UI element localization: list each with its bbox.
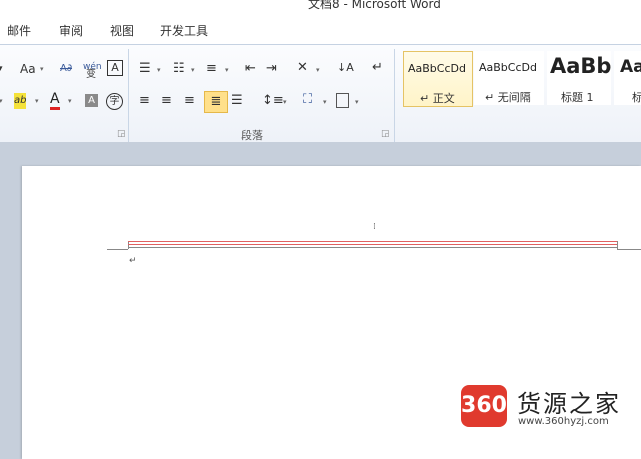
group-separator: [128, 49, 129, 143]
style-normal[interactable]: AaBbCcDd ↵ 正文: [403, 51, 473, 107]
sort-button[interactable]: ↓A: [337, 60, 354, 76]
borders-caret-icon[interactable]: ▾: [355, 98, 359, 106]
numbering-button[interactable]: ☷: [173, 61, 185, 77]
group-separator: [394, 49, 395, 143]
paragraph-dialog-launcher-icon[interactable]: ◲: [381, 129, 390, 139]
header-rule: [617, 249, 641, 250]
watermark-url: www.360hyzj.com: [518, 416, 609, 427]
change-case-caret-icon[interactable]: ▾: [40, 65, 44, 73]
header-rule: [128, 247, 617, 248]
change-case-button[interactable]: Aa: [20, 61, 36, 77]
watermark-name: 货源之家: [517, 390, 621, 418]
font-color-caret-icon[interactable]: ▾: [68, 97, 72, 105]
asian-layout-caret-icon[interactable]: ▾: [316, 66, 320, 74]
style-sample: AaBbCcDd: [408, 62, 466, 75]
style-name: 标: [632, 91, 641, 104]
ribbon: ▾ Aa ▾ A∂ wén 变 A ▾ ab ▾ A ▾ A 字 ◲ ☰ ▾ ☷…: [0, 44, 641, 143]
paragraph-group-label: 段落: [241, 129, 263, 142]
increase-indent-button[interactable]: ⇥: [266, 61, 277, 77]
style-sample: Aa: [620, 57, 641, 77]
distributed-button[interactable]: ☰: [231, 93, 243, 109]
shading-caret-icon[interactable]: ▾: [323, 98, 327, 106]
dropdown-caret-icon[interactable]: ▾: [0, 97, 3, 105]
bullets-caret-icon[interactable]: ▾: [157, 66, 161, 74]
borders-button[interactable]: [336, 93, 349, 108]
phonetic-icon: 变: [86, 69, 96, 80]
tab-review[interactable]: 审阅: [59, 22, 83, 39]
style-heading-1[interactable]: AaBb 标题 1: [547, 51, 611, 105]
decrease-indent-button[interactable]: ⇤: [245, 61, 256, 77]
enclose-char-button[interactable]: 字: [106, 93, 123, 110]
highlight-caret-icon[interactable]: ▾: [35, 97, 39, 105]
line-spacing-caret-icon[interactable]: ▾: [283, 98, 287, 106]
style-heading-2[interactable]: Aa 标: [614, 51, 641, 105]
justify-button[interactable]: ≣: [204, 91, 228, 113]
text-cursor-icon: ⁞: [373, 222, 376, 232]
ribbon-tabs: 邮件 审阅 视图 开发工具: [0, 16, 641, 42]
header-rule: [617, 241, 618, 249]
font-color-button[interactable]: A: [50, 91, 60, 110]
style-name: ↵ 正文: [420, 92, 455, 105]
tab-mailings[interactable]: 邮件: [7, 22, 31, 39]
char-shading-button[interactable]: A: [85, 94, 98, 107]
font-dialog-launcher-icon[interactable]: ◲: [117, 129, 126, 139]
style-name: ↵ 无间隔: [485, 91, 531, 104]
header-rule: [107, 249, 128, 250]
align-center-button[interactable]: ≡: [161, 93, 172, 109]
style-no-spacing[interactable]: AaBbCcDd ↵ 无间隔: [474, 51, 544, 105]
multilevel-list-button[interactable]: ≡: [206, 61, 217, 77]
style-sample: AaBbCcDd: [479, 61, 537, 74]
window-title: 文档8 - Microsoft Word: [308, 0, 441, 11]
align-left-button[interactable]: ≡: [139, 93, 150, 109]
header-rule-red: [128, 244, 617, 245]
line-spacing-button[interactable]: ↕≡: [262, 93, 284, 109]
asian-layout-button[interactable]: ✕: [297, 60, 308, 76]
tab-developer[interactable]: 开发工具: [160, 22, 208, 39]
show-marks-button[interactable]: ↵: [372, 60, 383, 76]
highlight-button[interactable]: ab: [14, 93, 27, 109]
numbering-caret-icon[interactable]: ▾: [191, 66, 195, 74]
char-border-button[interactable]: A: [107, 60, 123, 76]
watermark-logo: 360: [461, 385, 507, 427]
align-right-button[interactable]: ≡: [184, 93, 195, 109]
paragraph-mark-icon: ↵: [129, 256, 137, 266]
style-sample: AaBb: [550, 54, 612, 78]
bullets-button[interactable]: ☰: [139, 61, 151, 77]
shading-button[interactable]: ⛶: [303, 92, 312, 108]
tab-view[interactable]: 视图: [110, 22, 134, 39]
style-name: 标题 1: [561, 91, 594, 104]
title-bar: 文档8 - Microsoft Word: [0, 0, 641, 14]
header-rule-red: [128, 241, 617, 242]
multilevel-caret-icon[interactable]: ▾: [225, 66, 229, 74]
dropdown-caret-icon[interactable]: ▾: [0, 61, 3, 77]
clear-formatting-button[interactable]: A∂: [60, 61, 72, 77]
